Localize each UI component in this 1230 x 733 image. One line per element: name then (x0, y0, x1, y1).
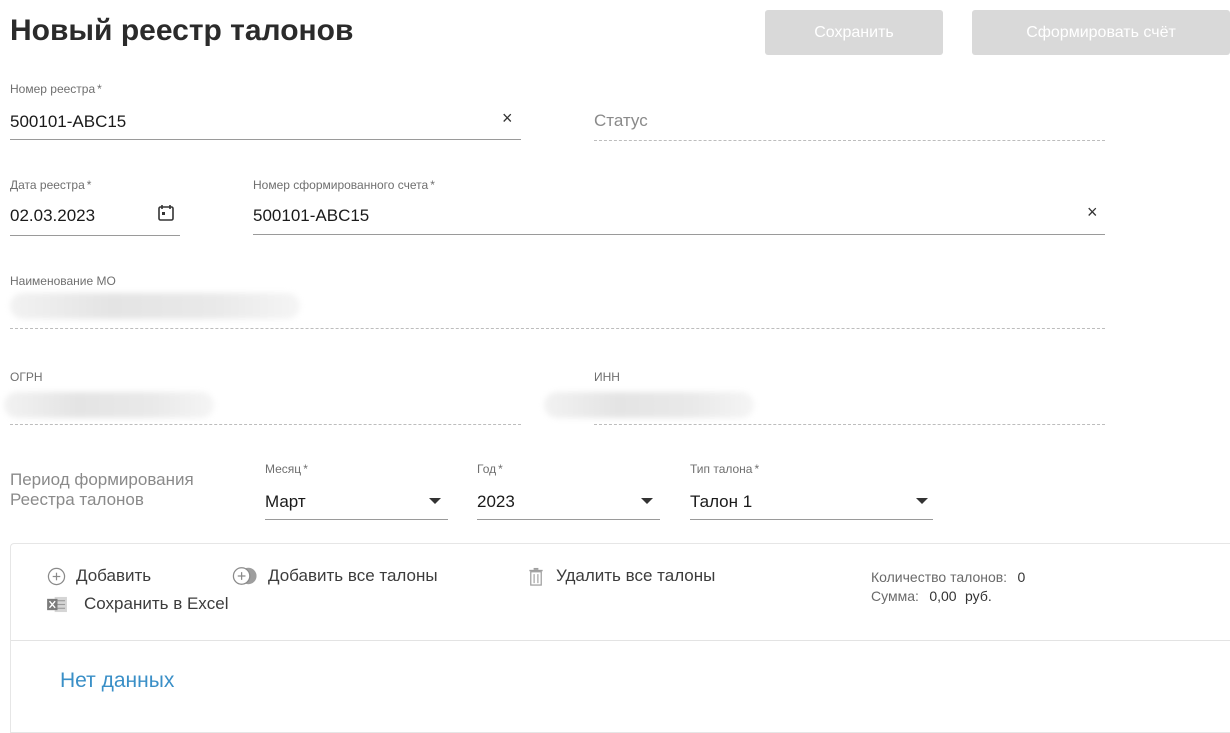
add-button[interactable]: Добавить (47, 566, 151, 586)
add-all-button[interactable]: Добавить все талоны (231, 566, 438, 586)
plus-circle-icon (47, 567, 66, 586)
period-caption: Период формирования Реестра талонов (10, 470, 194, 510)
summary-block: Количество талонов: 0 Сумма: 0,00 руб. (871, 568, 1025, 606)
delete-all-button[interactable]: Удалить все талоны (528, 566, 715, 586)
month-caret-down-icon[interactable] (429, 498, 441, 504)
required-mark: * (430, 178, 435, 192)
ticket-type-value[interactable]: Талон 1 (690, 492, 752, 512)
invoice-number-underline (253, 234, 1105, 235)
required-mark: * (754, 462, 760, 476)
year-value[interactable]: 2023 (477, 492, 515, 512)
invoice-number-value[interactable]: 500101-ABC15 (253, 206, 369, 226)
year-underline (477, 519, 660, 520)
period-caption-line1: Период формирования (10, 470, 194, 489)
month-select[interactable]: Месяц * Март (265, 462, 448, 522)
status-underline (594, 140, 1105, 141)
invoice-number-field[interactable]: Номер сформированного счета * 500101-ABC1… (253, 178, 1105, 238)
export-excel-button-label: Сохранить в Excel (84, 594, 229, 613)
excel-icon (47, 596, 68, 613)
mo-name-field: Наименование МО (10, 274, 1105, 334)
panel-divider (11, 640, 1230, 641)
page-title: Новый реестр талонов (10, 14, 354, 47)
tickets-panel: Добавить Добавить все талоны Удалить все… (10, 543, 1230, 733)
save-button[interactable]: Сохранить (765, 10, 943, 55)
year-label: Год (477, 462, 497, 476)
year-caret-down-icon[interactable] (641, 498, 653, 504)
registry-date-underline (10, 235, 180, 236)
ticket-type-select[interactable]: Тип талона * Талон 1 (690, 462, 933, 522)
inn-underline (594, 424, 1105, 425)
year-select[interactable]: Год * 2023 (477, 462, 660, 522)
add-all-button-label: Добавить все талоны (268, 566, 438, 585)
mo-name-label: Наименование МО (10, 274, 116, 288)
ogrn-redacted-value (4, 392, 214, 418)
ticket-type-label: Тип талона (690, 462, 753, 476)
registry-number-value[interactable]: 500101-ABC15 (10, 112, 126, 132)
create-invoice-button[interactable]: Сформировать счёт (972, 10, 1230, 55)
sum-currency: руб. (965, 588, 992, 604)
inn-redacted-value (544, 392, 754, 418)
plus-circle-filled-icon (231, 566, 258, 586)
registry-number-underline (10, 139, 521, 140)
sum-label: Сумма: (871, 588, 919, 604)
export-excel-button[interactable]: Сохранить в Excel (47, 594, 229, 614)
required-mark: * (97, 82, 102, 96)
registry-date-value[interactable]: 02.03.2023 (10, 206, 95, 226)
registry-date-field[interactable]: Дата реестра * 02.03.2023 (10, 178, 180, 238)
ticket-count-label: Количество талонов: (871, 569, 1008, 585)
required-mark: * (303, 462, 308, 476)
invoice-number-label: Номер сформированного счета (253, 178, 429, 192)
registry-date-label: Дата реестра (10, 178, 85, 192)
empty-table-message: Нет данных (60, 669, 175, 692)
sum-value: 0,00 (929, 588, 957, 604)
registry-number-label: Номер реестра (10, 82, 96, 96)
delete-all-button-label: Удалить все талоны (556, 566, 716, 585)
mo-name-redacted-value (10, 293, 300, 319)
month-value[interactable]: Март (265, 492, 306, 512)
clear-registry-number-icon[interactable]: × (502, 108, 513, 129)
required-mark: * (498, 462, 503, 476)
inn-field: ИНН (544, 370, 1105, 430)
registry-number-field[interactable]: Номер реестра * 500101-ABC15 × (10, 82, 521, 142)
status-field[interactable]: Статус (594, 105, 1105, 145)
month-label: Месяц (265, 462, 302, 476)
add-button-label: Добавить (76, 566, 152, 585)
period-caption-line2: Реестра талонов (10, 490, 144, 509)
ogrn-underline (10, 424, 521, 425)
clear-invoice-number-icon[interactable]: × (1087, 202, 1098, 223)
ticket-type-caret-down-icon[interactable] (916, 498, 928, 504)
ogrn-label: ОГРН (10, 370, 43, 384)
status-placeholder: Статус (594, 111, 648, 130)
mo-name-underline (10, 328, 1105, 329)
required-mark: * (86, 178, 92, 192)
trash-icon (528, 567, 544, 586)
ogrn-field: ОГРН (4, 370, 521, 430)
month-underline (265, 519, 448, 520)
calendar-icon[interactable] (157, 204, 175, 227)
ticket-type-underline (690, 519, 933, 520)
inn-label: ИНН (594, 370, 620, 384)
ticket-count-value: 0 (1017, 569, 1026, 585)
